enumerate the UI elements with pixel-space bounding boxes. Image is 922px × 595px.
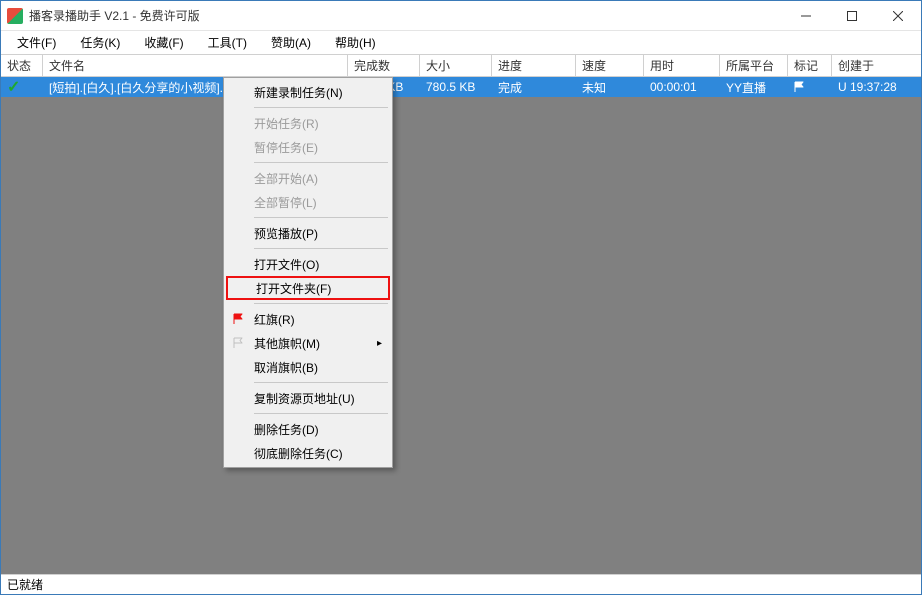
close-icon [893, 11, 903, 21]
column-flag[interactable]: 标记 [788, 55, 832, 76]
status-bar: 已就绪 [1, 574, 921, 594]
maximize-button[interactable] [829, 1, 875, 31]
ctx-new-task[interactable]: 新建录制任务(N) [226, 80, 390, 104]
check-icon: ✓ [7, 77, 20, 97]
column-completed[interactable]: 完成数 [348, 55, 420, 76]
column-platform[interactable]: 所属平台 [720, 55, 788, 76]
speed-cell: 未知 [576, 77, 644, 97]
ctx-open-folder[interactable]: 打开文件夹(F) [226, 276, 390, 300]
title-bar: 播客录播助手 V2.1 - 免费许可版 [1, 1, 921, 31]
separator [254, 413, 388, 414]
close-button[interactable] [875, 1, 921, 31]
flag-outline-icon [232, 337, 244, 349]
menu-file[interactable]: 文件(F) [5, 31, 68, 54]
status-cell: ✓ [1, 77, 43, 97]
table-body: ✓ [短拍].[白久].[白久分享的小视频].[20170424195… 780… [1, 77, 921, 574]
ctx-delete-forever[interactable]: 彻底删除任务(C) [226, 441, 390, 465]
menu-favorites[interactable]: 收藏(F) [132, 31, 195, 54]
context-menu: 新建录制任务(N) 开始任务(R) 暂停任务(E) 全部开始(A) 全部暂停(L… [223, 77, 393, 468]
minimize-icon [801, 11, 811, 21]
separator [254, 248, 388, 249]
progress-cell: 完成 [492, 77, 576, 97]
menu-sponsor[interactable]: 赞助(A) [259, 31, 323, 54]
window-title: 播客录播助手 V2.1 - 免费许可版 [29, 7, 200, 24]
ctx-red-flag[interactable]: 红旗(R) [226, 307, 390, 331]
ctx-preview[interactable]: 预览播放(P) [226, 221, 390, 245]
ctx-other-flags[interactable]: 其他旗帜(M) [226, 331, 390, 355]
ctx-cancel-flag[interactable]: 取消旗帜(B) [226, 355, 390, 379]
menu-task[interactable]: 任务(K) [68, 31, 132, 54]
ctx-open-file[interactable]: 打开文件(O) [226, 252, 390, 276]
column-progress[interactable]: 进度 [492, 55, 576, 76]
ctx-pause-task: 暂停任务(E) [226, 135, 390, 159]
ctx-start-all: 全部开始(A) [226, 166, 390, 190]
elapsed-cell: 00:00:01 [644, 77, 720, 97]
app-icon [7, 8, 23, 24]
flag-cell [788, 77, 832, 97]
ctx-copy-url[interactable]: 复制资源页地址(U) [226, 386, 390, 410]
ctx-other-flags-label: 其他旗帜(M) [254, 335, 320, 352]
column-speed[interactable]: 速度 [576, 55, 644, 76]
status-text: 已就绪 [7, 576, 43, 593]
separator [254, 382, 388, 383]
ctx-delete-task[interactable]: 删除任务(D) [226, 417, 390, 441]
platform-cell: YY直播 [720, 77, 788, 97]
column-filename[interactable]: 文件名 [43, 55, 348, 76]
menu-tools[interactable]: 工具(T) [196, 31, 259, 54]
separator [254, 162, 388, 163]
flag-icon [794, 81, 806, 93]
menu-bar: 文件(F) 任务(K) 收藏(F) 工具(T) 赞助(A) 帮助(H) [1, 31, 921, 55]
separator [254, 217, 388, 218]
created-cell: U 19:37:28 [832, 77, 921, 97]
minimize-button[interactable] [783, 1, 829, 31]
size-cell: 780.5 KB [420, 77, 492, 97]
separator [254, 107, 388, 108]
column-elapsed[interactable]: 用时 [644, 55, 720, 76]
red-flag-icon [232, 313, 244, 325]
ctx-pause-all: 全部暂停(L) [226, 190, 390, 214]
column-size[interactable]: 大小 [420, 55, 492, 76]
table-row[interactable]: ✓ [短拍].[白久].[白久分享的小视频].[20170424195… 780… [1, 77, 921, 97]
table-header: 状态 文件名 完成数 大小 进度 速度 用时 所属平台 标记 创建于 [1, 55, 921, 77]
ctx-red-flag-label: 红旗(R) [254, 311, 295, 328]
maximize-icon [847, 11, 857, 21]
separator [254, 303, 388, 304]
menu-help[interactable]: 帮助(H) [323, 31, 388, 54]
ctx-start-task: 开始任务(R) [226, 111, 390, 135]
column-status[interactable]: 状态 [1, 55, 43, 76]
column-created[interactable]: 创建于 [832, 55, 921, 76]
